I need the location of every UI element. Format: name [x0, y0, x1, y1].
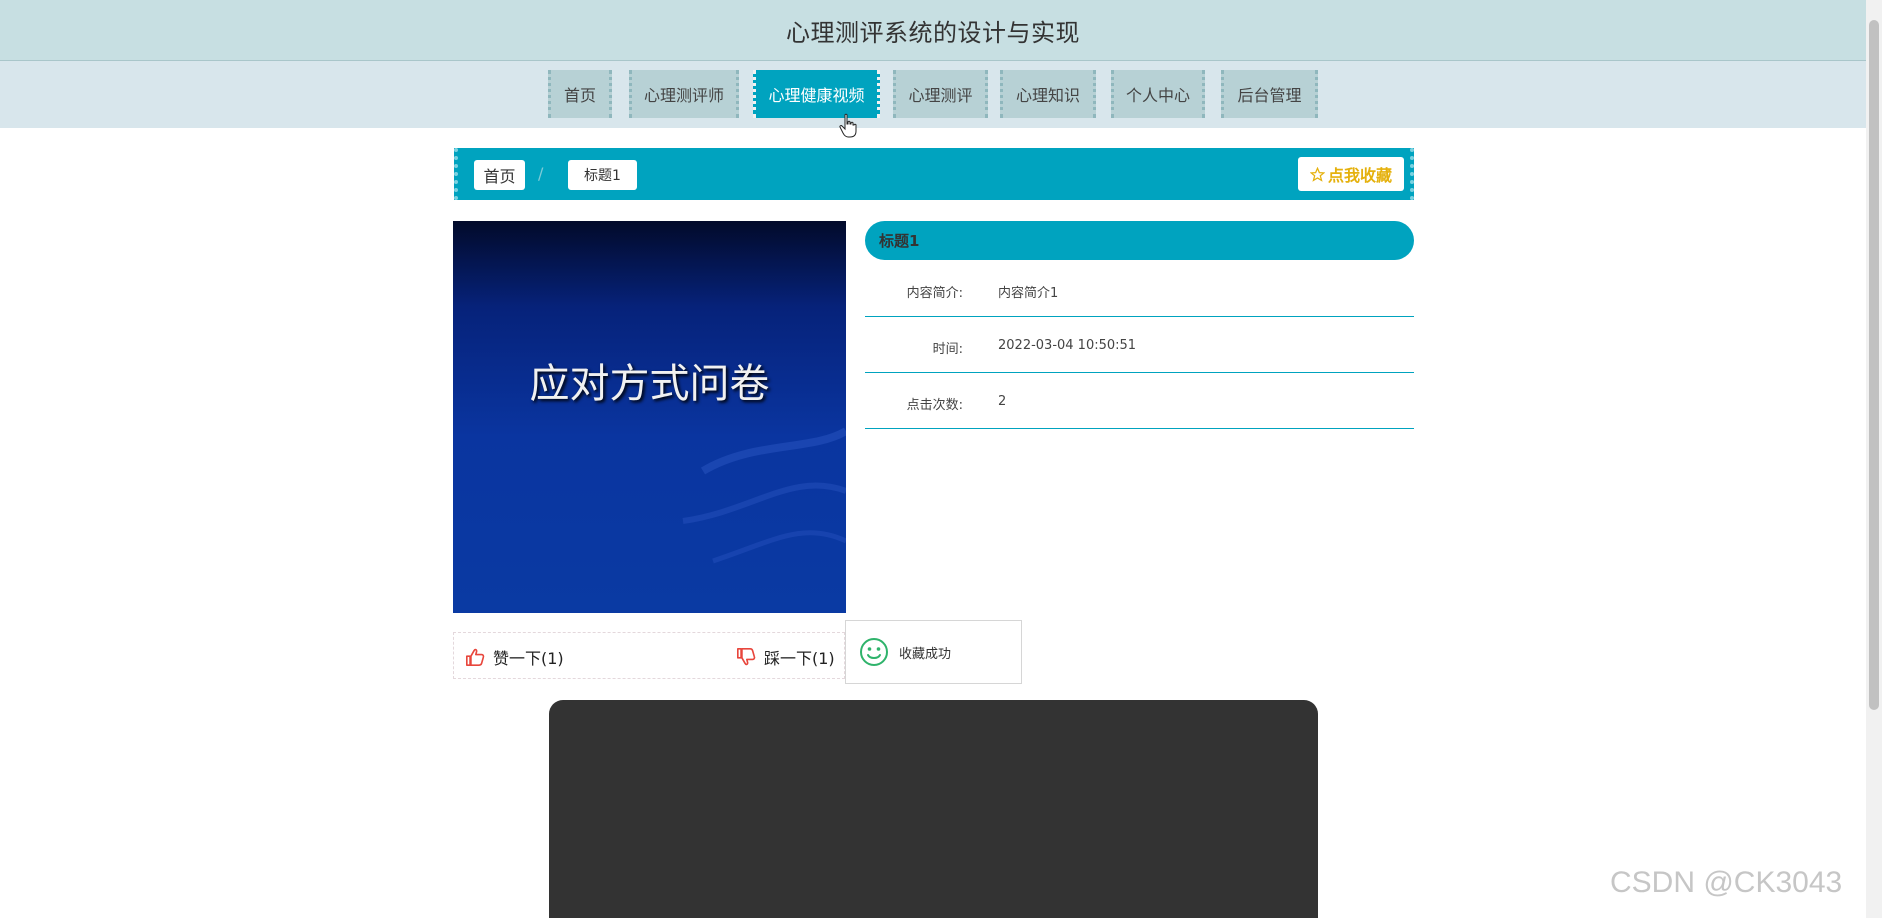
- detail-label: 内容简介:: [906, 286, 963, 301]
- nav-item-counselors[interactable]: 心理测评师: [629, 70, 739, 118]
- dislike-button[interactable]: 踩一下(1): [736, 645, 835, 669]
- detail-value: 2022-03-04 10:50:51: [998, 338, 1137, 353]
- like-button-label: 赞一下(1): [493, 649, 564, 668]
- detail-row-intro: 内容简介: 内容简介1: [865, 260, 1414, 317]
- site-header: 心理测评系统的设计与实现: [0, 0, 1866, 61]
- nav-item-knowledge[interactable]: 心理知识: [1000, 70, 1096, 118]
- detail-label: 时间:: [932, 342, 963, 357]
- video-cover-image: 应对方式问卷: [453, 221, 846, 613]
- like-button[interactable]: 赞一下(1): [465, 645, 564, 669]
- nav-item-admin[interactable]: 后台管理: [1221, 70, 1318, 118]
- toast-message: 收藏成功: [899, 646, 952, 662]
- detail-value: 2: [998, 394, 1007, 409]
- favorite-button[interactable]: 点我收藏: [1298, 157, 1404, 191]
- watermark: CSDN @CK3043: [1610, 866, 1843, 899]
- nav-item-assessment[interactable]: 心理测评: [893, 70, 988, 118]
- dislike-button-label: 踩一下(1): [764, 649, 835, 668]
- detail-title: 标题1: [865, 221, 1414, 260]
- site-title: 心理测评系统的设计与实现: [786, 18, 1080, 47]
- nav-bar: 首页 心理测评师 心理健康视频 心理测评 心理知识 个人中心 后台管理: [0, 61, 1866, 128]
- detail-row-clicks: 点击次数: 2: [865, 372, 1414, 429]
- thumbs-down-icon: [736, 648, 756, 666]
- nav-item-health-videos[interactable]: 心理健康视频: [753, 70, 880, 118]
- nav-item-personal-center[interactable]: 个人中心: [1111, 70, 1205, 118]
- nav-item-home[interactable]: 首页: [548, 70, 612, 118]
- detail-value: 内容简介1: [998, 286, 1059, 301]
- breadcrumb-current: 标题1: [568, 160, 637, 190]
- hand-cursor-icon: [839, 113, 857, 138]
- video-player[interactable]: [549, 700, 1318, 918]
- breadcrumb: 首页 / 标题1 点我收藏: [454, 148, 1414, 200]
- page-scrollbar[interactable]: [1866, 0, 1882, 918]
- vote-box: 赞一下(1) 踩一下(1): [453, 632, 845, 679]
- cover-title-text: 应对方式问卷: [529, 361, 770, 407]
- toast-notification: 收藏成功: [845, 620, 1022, 684]
- breadcrumb-home-link[interactable]: 首页: [474, 160, 525, 190]
- detail-row-time: 时间: 2022-03-04 10:50:51: [865, 316, 1414, 373]
- star-icon: [1309, 166, 1325, 182]
- scrollbar-thumb[interactable]: [1869, 20, 1879, 710]
- detail-label: 点击次数:: [906, 398, 963, 413]
- breadcrumb-separator: /: [538, 164, 544, 183]
- cover-swirl-decoration: [682, 427, 846, 564]
- smile-icon: [860, 638, 888, 666]
- thumbs-up-icon: [466, 648, 485, 666]
- favorite-button-label: 点我收藏: [1327, 166, 1392, 185]
